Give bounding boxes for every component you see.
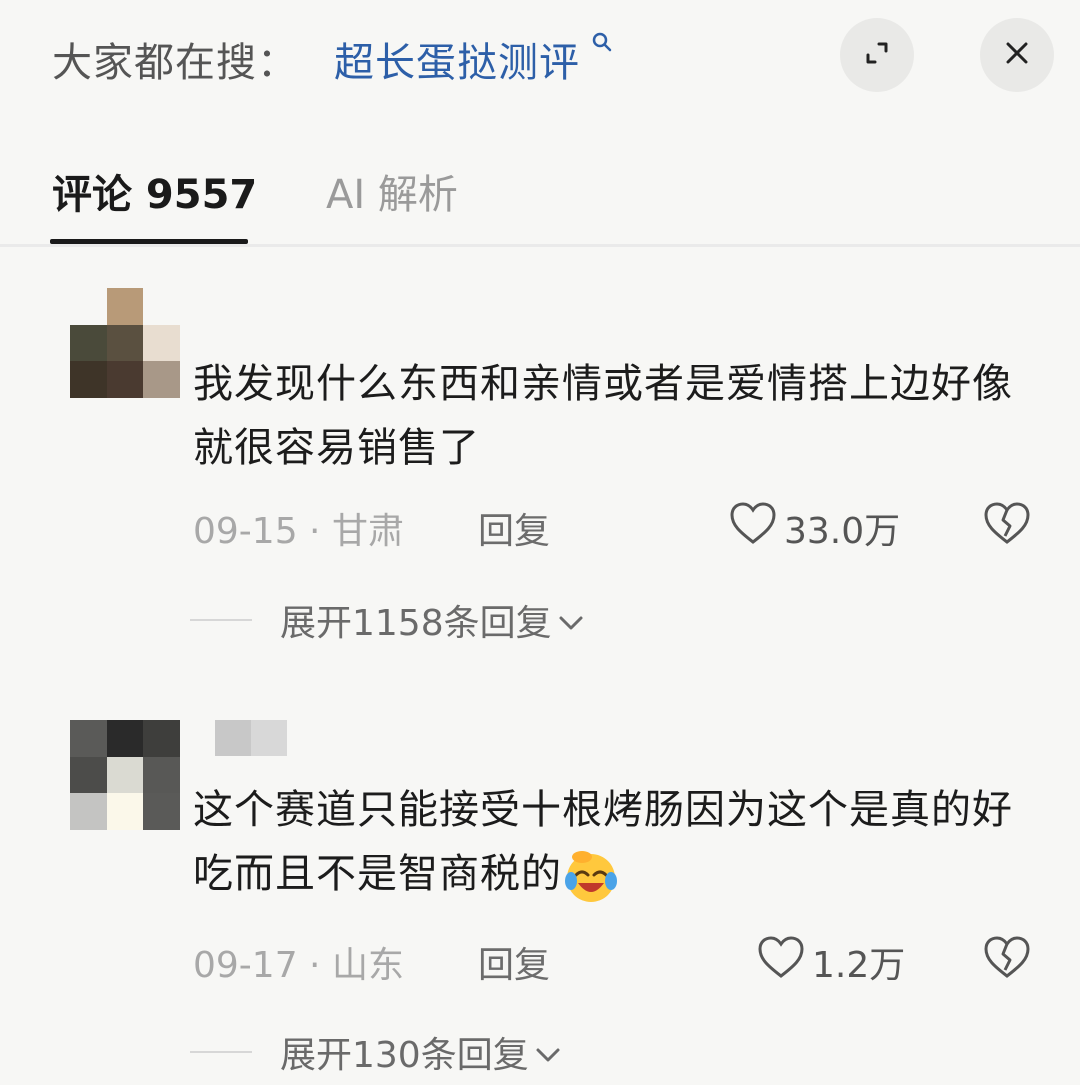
comment-text: 这个赛道只能接受十根烤肠因为这个是真的好吃而且不是智商税的: [193, 778, 1043, 906]
expand-replies-label: 展开1158条回复: [280, 603, 552, 644]
tab-bar: 评论 9557 AI 解析: [0, 150, 1080, 248]
dislike-button[interactable]: [982, 500, 1032, 550]
search-icon: [582, 30, 613, 60]
divider: [0, 244, 1080, 247]
tab-ai-analysis[interactable]: AI 解析: [326, 162, 458, 220]
broken-heart-icon: [982, 936, 1032, 984]
search-query[interactable]: 超长蛋挞测评: [334, 40, 580, 86]
reply-button[interactable]: 回复: [478, 502, 550, 554]
like-count: 1.2万: [812, 944, 906, 986]
comment-text: 我发现什么东西和亲情或者是爱情搭上边好像就很容易销售了: [193, 361, 1013, 471]
divider-line: [190, 619, 252, 621]
comment-meta: 09-17 · 山东: [193, 945, 404, 986]
like-button[interactable]: 33.0万: [728, 500, 900, 555]
chevron-down-icon: [529, 1032, 561, 1073]
header: 大家都在搜： 超长蛋挞测评: [0, 0, 1080, 120]
like-button[interactable]: 1.2万: [756, 934, 905, 989]
close-icon: [1003, 39, 1031, 71]
expand-replies-label: 展开130条回复: [280, 1035, 529, 1076]
comment-meta: 09-15 · 甘肃: [193, 511, 404, 552]
avatar[interactable]: [70, 288, 180, 398]
expand-icon: [862, 38, 892, 72]
broken-heart-icon: [982, 502, 1032, 550]
laughing-crying-emoji-icon: [562, 847, 620, 905]
divider-line: [190, 1051, 252, 1053]
dislike-button[interactable]: [982, 934, 1032, 984]
expand-replies-button[interactable]: 展开130条回复: [190, 1026, 561, 1078]
search-prefix: 大家都在搜：: [52, 40, 298, 86]
search-suggestion-link[interactable]: 超长蛋挞测评: [334, 30, 613, 88]
reply-button[interactable]: 回复: [478, 936, 550, 988]
tab-comments[interactable]: 评论 9557: [52, 162, 257, 220]
expand-replies-button[interactable]: 展开1158条回复: [190, 594, 584, 646]
close-button[interactable]: [980, 18, 1054, 92]
expand-button[interactable]: [840, 18, 914, 92]
heart-icon: [756, 934, 812, 989]
chevron-down-icon: [552, 600, 584, 641]
avatar[interactable]: [70, 720, 180, 830]
username[interactable]: [215, 720, 287, 756]
like-count: 33.0万: [784, 510, 901, 552]
heart-icon: [728, 500, 784, 555]
